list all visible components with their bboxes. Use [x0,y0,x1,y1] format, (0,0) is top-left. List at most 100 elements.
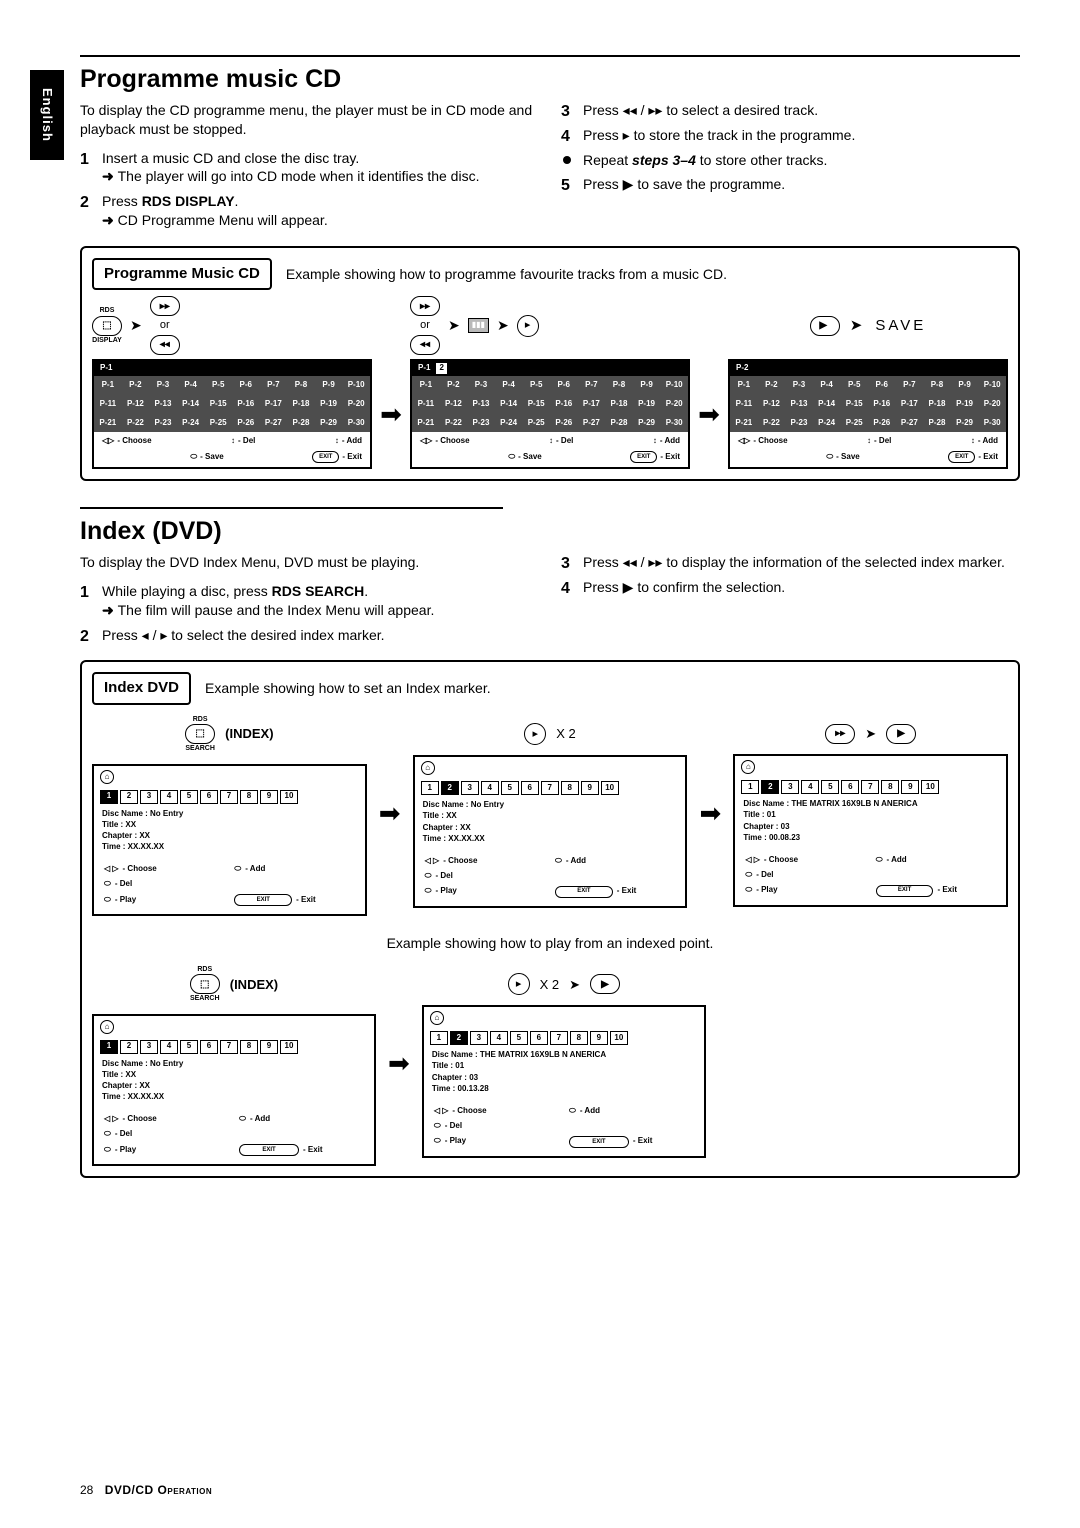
foot-label: - Play [115,895,173,906]
foot-label: - Add [566,856,624,867]
foot-label: - Play [115,1145,175,1156]
foot-label: - Add [978,436,998,447]
info-line: Time : XX.XX.XX [423,833,678,844]
info-line: Disc Name : No Entry [102,1058,366,1069]
arrow-right-icon: ➡ [696,397,722,432]
foot-label: - Del [874,436,891,447]
foot-label: - Choose [452,1106,512,1117]
x2-label: X 2 [556,725,576,743]
right-icon: ▸ [517,315,539,337]
x2-label: X 2 [540,976,560,994]
foot-label: - Exit [633,1136,693,1147]
foot-label: - Exit [303,1145,363,1156]
foot-label: - Del [115,1129,175,1140]
key-label: RDS DISPLAY [142,193,235,209]
info-line: Time : 00.08.23 [743,832,998,843]
step-result: CD Programme Menu will appear. [102,212,328,228]
foot-label: - Exit [937,885,995,896]
info-line: Title : XX [423,810,678,821]
info-line: Disc Name : THE MATRIX 16X9LB N ANERICA [432,1049,696,1060]
step-text: Press ◂ / ▸ to select the desired index … [102,627,385,643]
page-number: 28 [80,1483,93,1497]
step-text: Press ▸ to store the track in the progra… [583,127,855,143]
step-text: . [235,193,239,209]
foot-label: - Play [756,885,814,896]
foot-label: - Add [342,436,362,447]
page-footer: 28 DVD/CD Operation [80,1482,212,1498]
language-tab: English [30,70,64,160]
info-line: Time : XX.XX.XX [102,841,357,852]
play-icon: ▶ [886,724,916,744]
foot-label: - Exit [296,895,354,906]
num-row: 12345678910 [94,788,365,806]
play-icon: ▶ [810,316,840,336]
panel-title: P-1 [418,363,430,374]
or-label: or [420,318,430,333]
arrow-right-icon: ➡ [378,397,404,432]
rew-icon: ◂◂ [150,335,180,355]
info-line: Title : XX [102,819,357,830]
step-text: Press ▶ to confirm the selection. [583,579,785,595]
diagram-title: Programme Music CD [92,258,272,290]
info-line: Chapter : 03 [743,821,998,832]
right-icon: ▸ [508,973,530,995]
foot-label: - Exit [342,452,362,463]
foot-label: - Play [445,1136,505,1147]
key-label: RDS SEARCH [272,583,365,599]
index-label: (INDEX) [225,725,273,743]
foot-label: - Del [756,870,814,881]
step-text: . [364,583,368,599]
foot-label: - Add [660,436,680,447]
foot-label: - Choose [117,436,151,447]
info-line: Title : 01 [432,1060,696,1071]
rds-search-icon: RDS ⬚ SEARCH [190,965,220,1004]
step-text: Repeat [583,152,632,168]
display-sel: ▮▮▮ [468,318,489,333]
save-label: SAVE [875,316,926,336]
info-line: Title : 01 [743,809,998,820]
section-title: Programme music CD [80,55,1020,97]
step-text: Press [102,193,142,209]
foot-label: - Choose [435,436,469,447]
num-row: 12345678910 [735,778,1006,796]
camera-icon: ⌂ [100,1020,114,1034]
info-line: Chapter : XX [423,822,678,833]
foot-label: - Del [115,879,173,890]
programme-diagram: Programme Music CD Example showing how t… [80,246,1020,481]
foot-label: - Add [887,855,945,866]
foot-label: - Add [245,864,303,875]
rew-icon: ◂◂ [410,335,440,355]
step-text: Press ▶ to save the programme. [583,176,785,192]
info-line: Disc Name : No Entry [423,799,678,810]
step-result: The film will pause and the Index Menu w… [102,602,434,618]
foot-label: - Add [250,1114,310,1125]
p-grid: P-1P-2P-3P-4P-5P-6P-7P-8P-9P-10P-11P-12P… [412,376,688,432]
num-row: 12345678910 [415,779,686,797]
play-icon: ▶ [590,974,620,994]
info-line: Title : XX [102,1069,366,1080]
foot-label: - Del [556,436,573,447]
foot-label: - Choose [764,855,822,866]
or-label: or [160,318,170,333]
p-grid: P-1P-2P-3P-4P-5P-6P-7P-8P-9P-10P-11P-12P… [94,376,370,432]
info-line: Chapter : 03 [432,1072,696,1083]
panel-sel: 2 [436,363,446,374]
foot-label: - Del [436,871,494,882]
info-line: Chapter : XX [102,1080,366,1091]
camera-icon: ⌂ [741,760,755,774]
index-diagram: Index DVD Example showing how to set an … [80,660,1020,1178]
foot-label: - Play [436,886,494,897]
num-row: 12345678910 [424,1029,704,1047]
step-text: to store other tracks. [696,152,828,168]
step-ref: steps 3–4 [632,152,696,168]
camera-icon: ⌂ [430,1011,444,1025]
arrow-right-icon: ➡ [386,1046,412,1081]
right-icon: ▸ [524,723,546,745]
info-line: Disc Name : No Entry [102,808,357,819]
rds-search-icon: RDS ⬚ SEARCH [185,715,215,754]
info-line: Time : 00.13.28 [432,1083,696,1094]
footer-section: DVD/CD Operation [105,1483,212,1497]
foot-label: - Exit [617,886,675,897]
step-result: The player will go into CD mode when it … [102,168,479,184]
foot-label: - Choose [123,1114,183,1125]
